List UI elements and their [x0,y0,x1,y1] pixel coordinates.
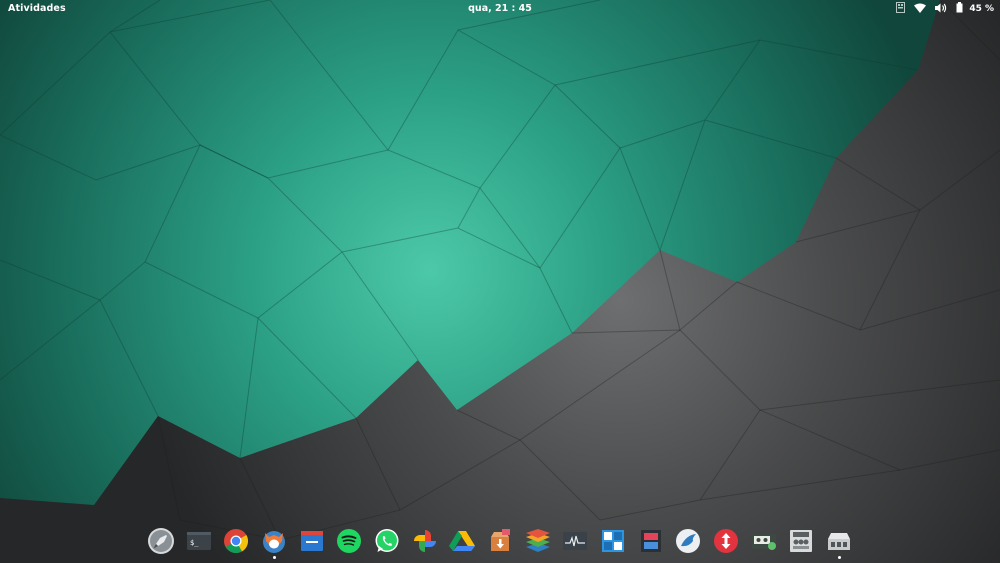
dock: $_ [146,527,854,563]
polygon-wallpaper [0,0,1000,563]
dock-item-screen-split[interactable] [636,527,666,559]
whatsapp-icon [375,529,399,552]
dock-item-sound-device[interactable] [824,527,854,559]
dock-item-package-installer[interactable] [485,527,515,559]
dock-item-transmission[interactable] [711,527,741,559]
running-indicator [837,556,841,559]
system-tray[interactable]: 45 % [896,2,994,16]
bird-icon [676,529,701,553]
google-drive-icon [449,531,476,551]
volume-icon[interactable] [935,3,947,16]
battery-percentage[interactable]: 45 % [969,4,994,14]
audio-mixer-icon [790,530,813,552]
clock-button[interactable]: qua, 21 : 45 [0,3,1000,14]
dock-item-google-photos[interactable] [410,527,440,559]
dock-item-audio-mixer[interactable] [786,527,816,559]
dock-item-system-monitor[interactable] [560,527,590,559]
dock-item-file-manager[interactable] [297,527,327,559]
dock-item-tape-player[interactable] [749,527,779,559]
file-manager-icon [300,531,323,551]
dock-item-chrome[interactable] [221,527,251,559]
dock-item-spotify[interactable] [334,527,364,559]
up-down-arrows-icon [713,529,738,553]
dock-item-bird-client[interactable] [673,527,703,559]
keyboard-icon[interactable] [896,2,906,16]
terminal-icon: $_ [186,532,211,550]
screen-split-icon [640,530,661,552]
dock-item-launcher[interactable] [146,527,176,559]
tile-grid-icon [601,530,624,552]
layers-stack-icon [525,529,550,552]
dock-item-terminal[interactable]: $_ [184,527,214,559]
dock-item-whatsapp[interactable] [372,527,402,559]
sound-device-icon [827,533,850,550]
dock-item-firefox-developer[interactable] [259,527,289,559]
dock-item-google-drive[interactable] [447,527,477,559]
spotify-icon [337,529,362,553]
system-monitor-icon [563,532,588,550]
rocket-launcher-icon [148,528,174,554]
google-photos-icon [413,530,436,552]
svg-text:$_: $_ [190,539,199,547]
running-indicator [272,556,276,559]
cassette-tape-icon [751,534,776,550]
battery-icon[interactable] [956,2,963,16]
dock-item-layers[interactable] [523,527,553,559]
chrome-icon [224,529,249,554]
top-panel: Atividades qua, 21 : 45 45 % [0,0,1000,18]
wifi-icon[interactable] [914,3,927,16]
firefox-developer-icon [262,531,285,553]
desktop[interactable]: Atividades qua, 21 : 45 45 % $_ [0,0,1000,563]
dock-item-tile-grid[interactable] [598,527,628,559]
package-box-icon [490,529,510,551]
